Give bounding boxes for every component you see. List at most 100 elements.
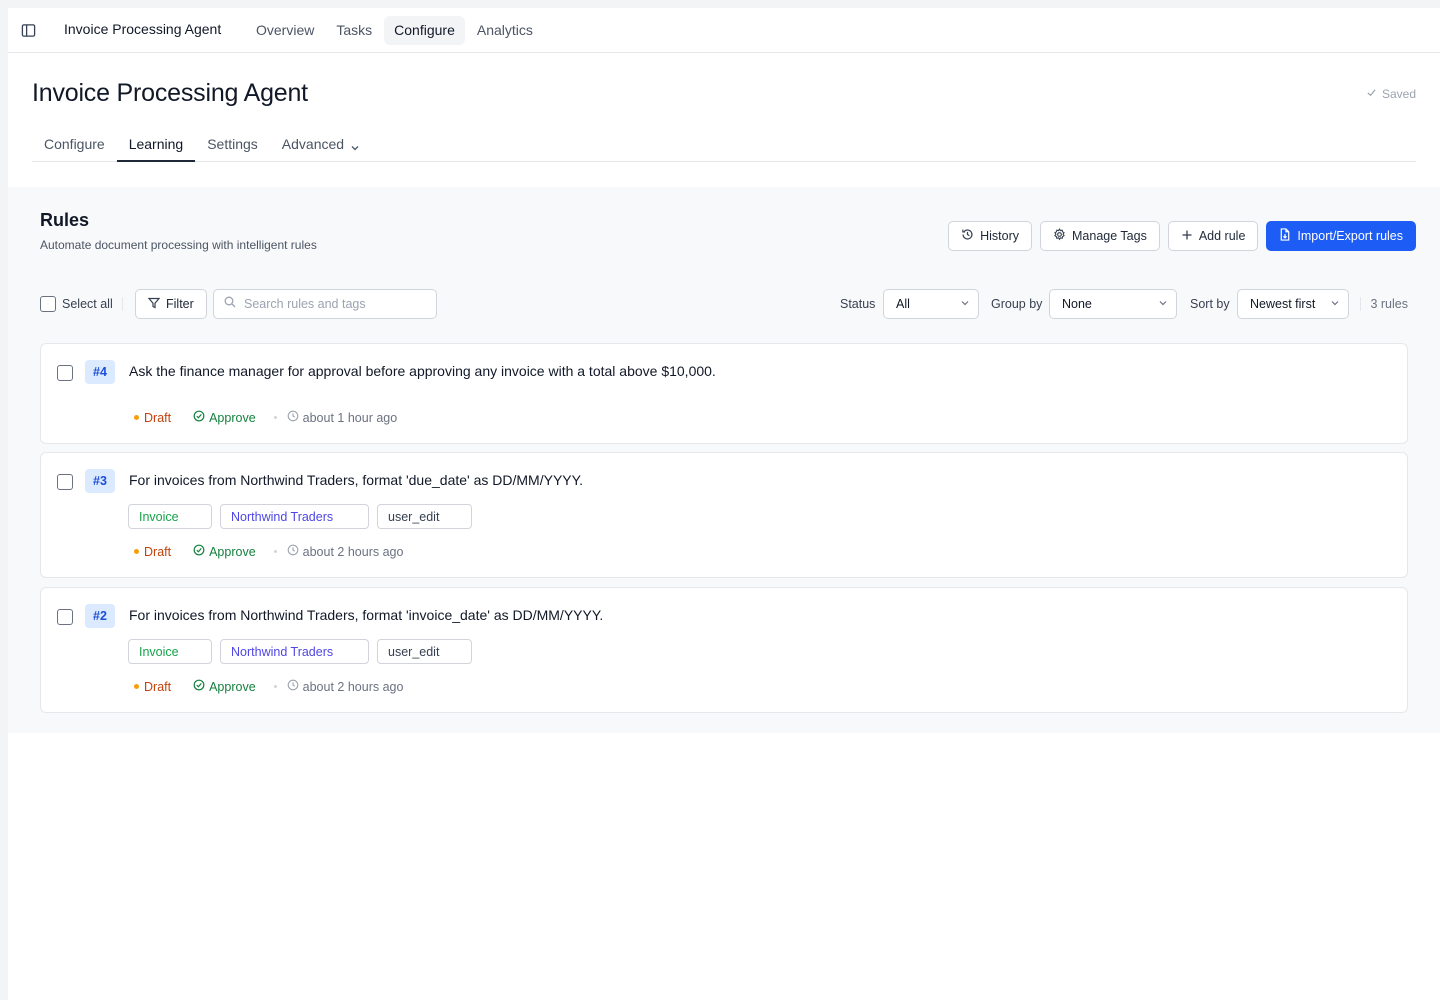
action-text: Approve — [209, 410, 256, 425]
clock-icon — [287, 544, 299, 559]
status-dot — [134, 415, 139, 420]
tag-invoice[interactable]: Invoice — [128, 504, 212, 529]
status-badge: Draft — [134, 680, 171, 694]
history-button[interactable]: History — [948, 221, 1033, 251]
chevron-down-icon — [1330, 297, 1340, 311]
check-circle-icon — [193, 679, 205, 694]
clock-icon — [287, 679, 299, 694]
action-text: Approve — [209, 544, 256, 559]
status-text: Draft — [144, 410, 172, 425]
tag-company[interactable]: Northwind Traders — [220, 639, 369, 664]
action-badge: Approve — [193, 679, 256, 694]
import-export-button[interactable]: Import/Export rules — [1266, 221, 1416, 251]
separator-dot — [273, 416, 277, 419]
timestamp: about 2 hours ago — [287, 544, 404, 559]
plus-icon — [1181, 229, 1193, 244]
select-all[interactable]: Select all — [40, 296, 113, 312]
tag-company[interactable]: Northwind Traders — [220, 504, 369, 529]
timestamp-text: about 2 hours ago — [302, 544, 404, 559]
subtab-learning[interactable]: Learning — [116, 130, 196, 162]
tag-source[interactable]: user_edit — [377, 504, 472, 529]
rules-count: 3 rules — [1370, 297, 1408, 311]
rule-tags: Invoice Northwind Traders user_edit — [128, 504, 472, 529]
filter-button[interactable]: Filter — [135, 289, 207, 319]
tab-configure[interactable]: Configure — [384, 16, 465, 45]
filter-label: Filter — [166, 297, 194, 311]
subtab-settings[interactable]: Settings — [195, 130, 270, 162]
rule-card[interactable]: #3 For invoices from Northwind Traders, … — [40, 452, 1408, 578]
status-badge: Draft — [134, 545, 171, 559]
rules-toolbar: History Manage Tags Add rule Import/Expo… — [948, 221, 1416, 251]
search-box — [213, 289, 437, 319]
status-label: Status — [840, 297, 876, 311]
app-frame: Invoice Processing Agent Overview Tasks … — [8, 8, 1440, 1000]
rule-meta: Draft Approve about 2 hours ago — [134, 544, 403, 559]
rules-title: Rules — [40, 210, 90, 230]
timestamp-text: about 1 hour ago — [302, 410, 398, 425]
status-dot — [134, 684, 139, 689]
separator-dot — [273, 685, 277, 688]
rule-text: For invoices from Northwind Traders, for… — [129, 607, 604, 623]
status-text: Draft — [144, 679, 172, 694]
gear-icon — [1053, 228, 1066, 244]
sort-by-label: Sort by — [1190, 297, 1230, 311]
subtab-label: Learning — [128, 136, 184, 152]
chevron-down-icon — [1158, 297, 1168, 311]
rule-card[interactable]: #4 Ask the finance manager for approval … — [40, 343, 1408, 444]
top-nav: Invoice Processing Agent Overview Tasks … — [8, 8, 1440, 53]
search-input[interactable] — [244, 297, 424, 311]
app-title: Invoice Processing Agent — [64, 21, 222, 37]
tab-analytics[interactable]: Analytics — [467, 16, 543, 45]
divider — [1360, 297, 1361, 311]
separator-dot — [273, 550, 277, 553]
timestamp-text: about 2 hours ago — [302, 679, 404, 694]
rule-meta: Draft Approve about 1 hour ago — [134, 410, 397, 425]
sort-by-select[interactable]: Newest first — [1237, 289, 1349, 319]
group-by-select[interactable]: None — [1049, 289, 1177, 319]
action-text: Approve — [209, 679, 256, 694]
select-all-label: Select all — [62, 297, 113, 311]
group-by-value: None — [1062, 297, 1092, 311]
check-circle-icon — [193, 410, 205, 425]
tag-source[interactable]: user_edit — [377, 639, 472, 664]
rule-checkbox[interactable] — [57, 365, 73, 381]
subtab-label: Settings — [207, 136, 258, 152]
rule-id-badge: #2 — [85, 604, 115, 628]
add-rule-button[interactable]: Add rule — [1167, 221, 1259, 251]
tab-tasks[interactable]: Tasks — [326, 16, 382, 45]
chevron-down-icon — [350, 140, 360, 156]
subtab-advanced[interactable]: Advanced — [270, 130, 372, 162]
rule-meta: Draft Approve about 2 hours ago — [134, 679, 403, 694]
subtab-label: Configure — [44, 136, 105, 152]
status-value: All — [896, 297, 910, 311]
rule-checkbox[interactable] — [57, 609, 73, 625]
check-icon — [1366, 87, 1377, 101]
rules-panel: Rules Automate document processing with … — [8, 187, 1440, 733]
tab-overview[interactable]: Overview — [246, 16, 324, 45]
clock-icon — [287, 410, 299, 425]
group-by-label: Group by — [991, 297, 1043, 311]
rules-subtitle: Automate document processing with intell… — [40, 238, 317, 252]
select-all-checkbox[interactable] — [40, 296, 56, 312]
timestamp: about 2 hours ago — [287, 679, 404, 694]
status-badge: Draft — [134, 411, 171, 425]
sidebar-toggle-icon[interactable] — [20, 22, 36, 38]
manage-tags-button[interactable]: Manage Tags — [1040, 221, 1160, 251]
history-label: History — [980, 229, 1020, 243]
rule-checkbox[interactable] — [57, 474, 73, 490]
sub-tabs: Configure Learning Settings Advanced — [32, 130, 1416, 162]
rule-card[interactable]: #2 For invoices from Northwind Traders, … — [40, 587, 1408, 713]
subtab-configure[interactable]: Configure — [32, 130, 117, 162]
filter-icon — [147, 297, 161, 312]
status-select[interactable]: All — [883, 289, 979, 319]
tag-invoice[interactable]: Invoice — [128, 639, 212, 664]
chevron-down-icon — [960, 297, 970, 311]
manage-tags-label: Manage Tags — [1072, 229, 1147, 243]
rule-text: Ask the finance manager for approval bef… — [129, 363, 716, 379]
add-rule-label: Add rule — [1198, 229, 1246, 243]
sort-by-value: Newest first — [1250, 297, 1316, 311]
status-text: Draft — [144, 544, 172, 559]
action-badge: Approve — [193, 544, 256, 559]
rule-id-badge: #3 — [85, 469, 115, 493]
check-circle-icon — [193, 544, 205, 559]
